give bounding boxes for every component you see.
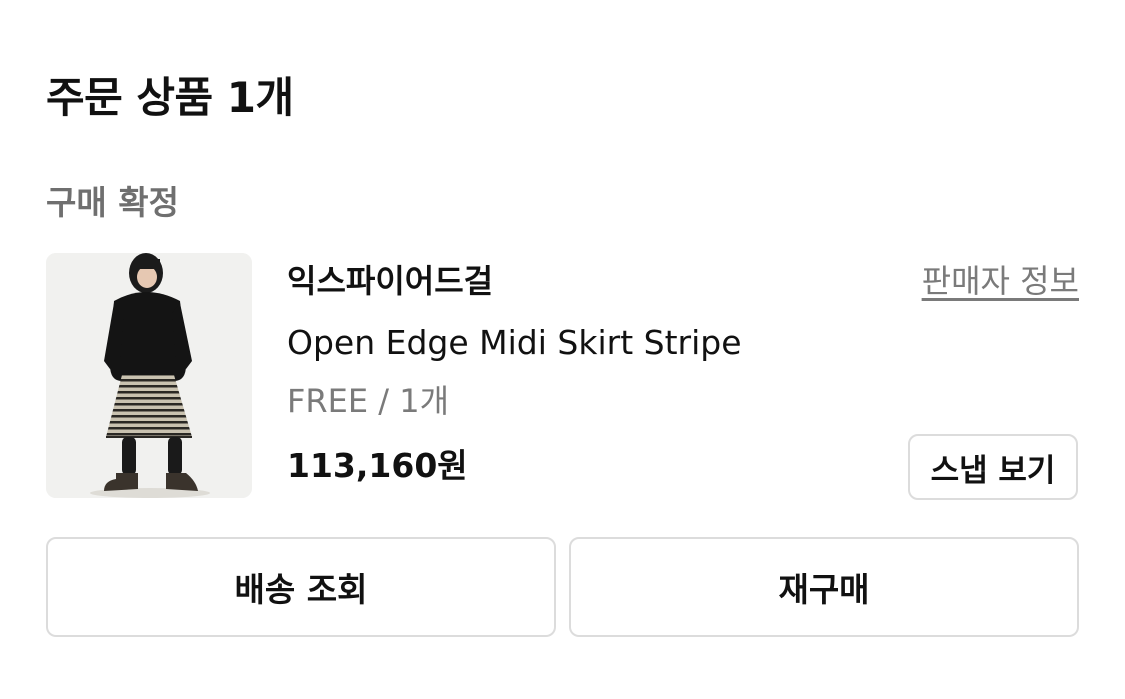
seller-info-link[interactable]: 판매자 정보 — [922, 258, 1079, 304]
product-name[interactable]: Open Edge Midi Skirt Stripe — [287, 320, 742, 366]
order-items-title: 주문 상품 1개 — [46, 73, 294, 122]
delivery-tracking-button[interactable]: 배송 조회 — [46, 537, 556, 637]
product-thumbnail[interactable] — [46, 253, 252, 498]
order-status-label: 구매 확정 — [46, 183, 179, 222]
product-option: FREE / 1개 — [287, 382, 450, 420]
product-photo-image — [46, 253, 252, 498]
reorder-button[interactable]: 재구매 — [569, 537, 1079, 637]
brand-name[interactable]: 익스파이어드걸 — [287, 258, 493, 304]
product-price: 113,160원 — [287, 446, 468, 485]
view-snap-button[interactable]: 스냅 보기 — [908, 434, 1078, 500]
